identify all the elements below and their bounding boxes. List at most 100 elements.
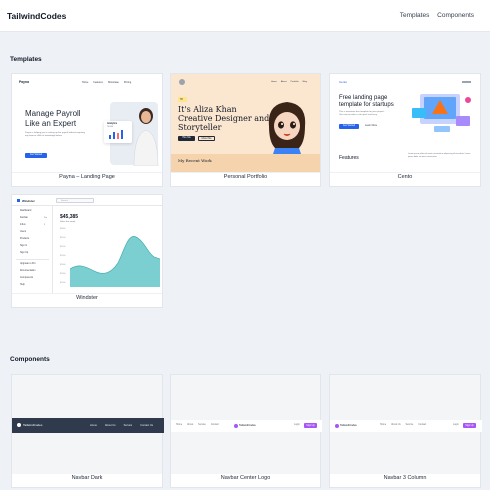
navbar-3col-logo-icon bbox=[335, 424, 339, 428]
navbar-center-signup-button[interactable]: Sign Up bbox=[304, 423, 317, 428]
windster-kanban-badge: Pro bbox=[44, 217, 48, 219]
template-card-portfolio[interactable]: Home About Portfolio Blog Hi! It's Aliza Kh… bbox=[170, 73, 321, 187]
windster-menu-dashboard[interactable]: Dashboard bbox=[20, 210, 31, 212]
windster-menu-upgrade[interactable]: Upgrade to Pro bbox=[20, 263, 36, 265]
navbar-center-link-about[interactable]: About bbox=[187, 424, 193, 426]
portfolio-nav-about[interactable]: About bbox=[281, 81, 287, 83]
payna-get-started-button[interactable]: Get Started bbox=[25, 153, 47, 158]
navbar-3col-link-home[interactable]: Home bbox=[380, 424, 386, 426]
windster-caption[interactable]: Windster bbox=[12, 292, 162, 307]
windster-menu-users[interactable]: Users bbox=[20, 231, 26, 233]
cento-learn-more-button[interactable]: Learn More bbox=[362, 124, 380, 129]
template-card-cento[interactable]: Cento Free landing page template for sta… bbox=[329, 73, 481, 187]
windster-sidebar-divider bbox=[16, 259, 49, 260]
windster-menu-products[interactable]: Products bbox=[20, 238, 29, 240]
windster-menu-signin[interactable]: Sign In bbox=[20, 245, 27, 247]
windster-search-placeholder: Search bbox=[61, 199, 68, 202]
navbar-dark-caption[interactable]: Navbar Dark bbox=[12, 472, 162, 487]
nav-components-link[interactable]: Components bbox=[437, 12, 474, 19]
navbar-dark-thumbnail[interactable]: TailwindCodes Home About Us Service Contact… bbox=[12, 375, 164, 474]
cento-get-started-button[interactable]: Get Started bbox=[339, 124, 359, 129]
payna-nav-showcase[interactable]: Showcase bbox=[108, 81, 119, 84]
components-heading: Components bbox=[10, 356, 50, 363]
portfolio-hire-button[interactable]: Hire Me bbox=[178, 136, 195, 141]
payna-thumbnail[interactable]: Payna Home Features Showcase Pricing Manage… bbox=[12, 74, 162, 173]
nav-templates-link[interactable]: Templates bbox=[400, 12, 430, 19]
portfolio-thumbnail[interactable]: Home About Portfolio Blog Hi! It's Aliza Kh… bbox=[171, 74, 320, 173]
navbar-dark-link-about[interactable]: About Us bbox=[105, 424, 116, 427]
templates-heading: Templates bbox=[10, 56, 42, 63]
payna-person-image bbox=[133, 108, 159, 166]
windster-inbox-badge: 3 bbox=[44, 224, 46, 226]
payna-analytics-value: 78,000 bbox=[107, 126, 114, 128]
payna-bar bbox=[113, 132, 115, 139]
navbar-center-caption[interactable]: Navbar Center Logo bbox=[171, 472, 320, 487]
navbar-center-link-service[interactable]: Service bbox=[198, 424, 206, 426]
portfolio-nav-blog[interactable]: Blog bbox=[303, 81, 307, 83]
top-bar: TailwindCodes Templates Components bbox=[0, 0, 490, 32]
site-logo[interactable]: TailwindCodes bbox=[7, 11, 66, 21]
payna-headline-1: Manage Payroll bbox=[25, 109, 81, 118]
template-card-windster[interactable]: Windster Search Dashboard Kanban Pro Inb… bbox=[11, 194, 163, 308]
portfolio-nav-home[interactable]: Home bbox=[271, 81, 277, 83]
payna-nav-features[interactable]: Features bbox=[93, 81, 102, 84]
portfolio-nav-portfolio[interactable]: Portfolio bbox=[291, 81, 299, 83]
navbar-center-logo-icon bbox=[234, 424, 238, 428]
payna-description: Payna is helping you in setting up the p… bbox=[25, 132, 85, 137]
payna-analytics-label: Analytics bbox=[107, 123, 118, 125]
navbar-3col-caption[interactable]: Navbar 3 Column bbox=[330, 472, 480, 487]
portfolio-line-2: Creative Designer and bbox=[178, 114, 270, 123]
navbar-center-link-contact[interactable]: Contact bbox=[211, 424, 219, 426]
windster-y-tick: $5000 bbox=[60, 282, 66, 284]
payna-nav: Home Features Showcase Pricing bbox=[82, 81, 131, 84]
navbar-dark-bar: TailwindCodes Home About Us Service Contact… bbox=[12, 418, 164, 433]
navbar-center-login-link[interactable]: Login bbox=[294, 424, 300, 426]
cento-thumbnail[interactable]: Cento Free landing page template for sta… bbox=[330, 74, 480, 173]
navbar-dark-link-service[interactable]: Service bbox=[124, 424, 133, 427]
navbar-3col-link-service[interactable]: Service bbox=[406, 424, 414, 426]
windster-menu-help[interactable]: Help bbox=[20, 284, 25, 286]
payna-caption[interactable]: Payna – Landing Page bbox=[12, 171, 162, 186]
template-card-payna[interactable]: Payna Home Features Showcase Pricing Manage… bbox=[11, 73, 163, 187]
payna-bar bbox=[109, 135, 111, 139]
component-card-navbar-dark[interactable]: TailwindCodes Home About Us Service Contact… bbox=[11, 374, 164, 488]
navbar-dark-link-contact[interactable]: Contact Us bbox=[140, 424, 153, 427]
windster-logo: Windster bbox=[22, 199, 35, 203]
cento-features-text: Lorem ipsum dolor sit amet consectetur a… bbox=[408, 153, 471, 158]
navbar-dark-logo-icon bbox=[17, 423, 21, 427]
cento-logo: Cento bbox=[339, 80, 348, 84]
windster-y-tick: $5300 bbox=[60, 273, 66, 275]
portfolio-about-button[interactable]: About Me bbox=[198, 136, 215, 141]
navbar-dark-links: Home About Us Service Contact Us bbox=[90, 424, 153, 427]
component-card-navbar-3col[interactable]: TailwindCodes Home About Us Service Contact… bbox=[329, 374, 482, 488]
cento-menu-icon[interactable] bbox=[462, 81, 471, 83]
cento-caption[interactable]: Cento bbox=[330, 171, 480, 186]
navbar-3col-link-about[interactable]: About Us bbox=[391, 424, 400, 426]
portfolio-caption[interactable]: Personal Portfolio bbox=[171, 171, 320, 186]
windster-menu-signup[interactable]: Sign Up bbox=[20, 252, 28, 254]
navbar-center-bar: Home About Service Contact TailwindCodes Lo… bbox=[171, 420, 322, 432]
portfolio-work-title: My Recent Work bbox=[178, 158, 212, 163]
navbar-3col-link-contact[interactable]: Contact bbox=[418, 424, 426, 426]
windster-menu-components[interactable]: Components bbox=[20, 277, 33, 279]
navbar-3col-brand[interactable]: TailwindCodes bbox=[340, 424, 357, 427]
navbar-dark-brand[interactable]: TailwindCodes bbox=[23, 423, 42, 427]
payna-nav-home[interactable]: Home bbox=[82, 81, 88, 84]
windster-menu-docs[interactable]: Documentation bbox=[20, 270, 35, 272]
portfolio-character-illustration bbox=[268, 102, 306, 154]
windster-menu-inbox[interactable]: Inbox bbox=[20, 224, 26, 226]
windster-y-tick: $6800 bbox=[60, 228, 66, 230]
navbar-3col-thumbnail[interactable]: TailwindCodes Home About Us Service Contact… bbox=[330, 375, 482, 474]
navbar-center-brand[interactable]: TailwindCodes bbox=[239, 424, 256, 427]
navbar-3col-signup-button[interactable]: Sign Up bbox=[463, 423, 476, 428]
cento-illustration bbox=[412, 94, 471, 132]
navbar-center-thumbnail[interactable]: Home About Service Contact TailwindCodes Lo… bbox=[171, 375, 322, 474]
component-card-navbar-center[interactable]: Home About Service Contact TailwindCodes Lo… bbox=[170, 374, 322, 488]
navbar-dark-link-home[interactable]: Home bbox=[90, 424, 97, 427]
windster-menu-kanban[interactable]: Kanban bbox=[20, 217, 28, 219]
windster-search-input[interactable]: Search bbox=[56, 198, 94, 203]
windster-thumbnail[interactable]: Windster Search Dashboard Kanban Pro Inb… bbox=[12, 195, 162, 294]
payna-nav-pricing[interactable]: Pricing bbox=[124, 81, 131, 84]
navbar-center-link-home[interactable]: Home bbox=[176, 424, 182, 426]
navbar-3col-login-link[interactable]: Login bbox=[453, 424, 459, 426]
